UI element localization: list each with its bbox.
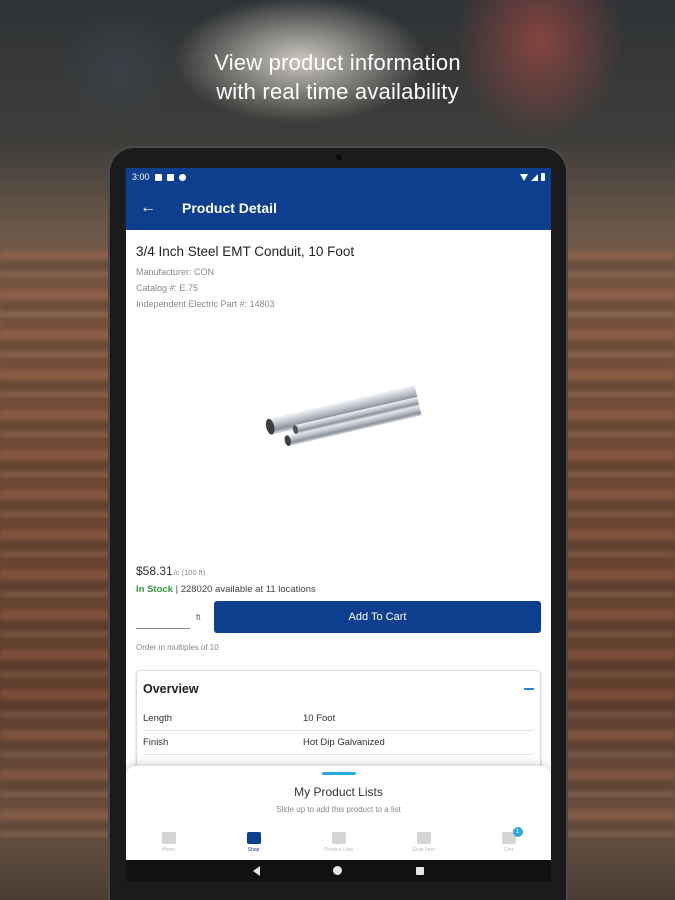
- spec-row: Finish Hot Dip Galvanized: [143, 731, 534, 755]
- price-unit: /c (100 ft): [173, 568, 206, 577]
- status-time: 3:00: [132, 172, 150, 182]
- front-camera: [336, 154, 342, 160]
- wifi-icon: [520, 173, 528, 181]
- nav-label: Cart: [503, 846, 514, 853]
- app-bar: ← Product Detail: [126, 186, 551, 230]
- sync-icon: [178, 173, 186, 181]
- product-meta: Manufacturer: CON Catalog #: E.75 Indepe…: [136, 264, 541, 312]
- spec-key: Length: [143, 713, 173, 724]
- part-number: Independent Electric Part #: 14803: [136, 299, 275, 309]
- home-icon: [161, 831, 176, 844]
- system-back-icon[interactable]: [252, 865, 260, 876]
- nav-label: Product Lists: [324, 846, 353, 853]
- tag-icon: [246, 831, 261, 844]
- battery-icon: [541, 173, 545, 181]
- spec-value: Hot Dip Galvanized: [303, 737, 385, 748]
- overview-title: Overview: [143, 682, 199, 696]
- product-title: 3/4 Inch Steel EMT Conduit, 10 Foot: [136, 244, 355, 259]
- nav-label: Shop: [247, 846, 260, 853]
- stock-status: In Stock: [136, 584, 173, 595]
- nav-home[interactable]: Home: [126, 824, 211, 860]
- nav-cart[interactable]: 1 Cart: [466, 824, 551, 860]
- system-recents-icon[interactable]: [416, 866, 425, 875]
- spec-key: Finish: [143, 737, 169, 748]
- promo-line-1: View product information: [214, 50, 461, 75]
- sheet-title: My Product Lists: [294, 785, 383, 799]
- availability-text: | 228020 available at 11 locations: [175, 584, 316, 595]
- signal-icon: [531, 173, 538, 181]
- quantity-unit: ft: [196, 612, 201, 622]
- nav-label: Home: [161, 846, 176, 853]
- sheet-subtitle: Slide up to add this product to a list: [276, 805, 401, 814]
- overview-card: Overview Length 10 Foot Finish Hot Dip G…: [136, 670, 541, 780]
- sim-icon: [166, 173, 174, 181]
- arrow-left-icon[interactable]: ←: [140, 199, 166, 217]
- order-multiples-note: Order in multiples of 10: [136, 643, 219, 652]
- tablet-device: 3:00 ← Product Detail 3/4 Inch Steel EMT…: [108, 146, 568, 900]
- manufacturer-label: Manufacturer: CON: [136, 267, 215, 277]
- nav-label: Scan Item: [412, 846, 435, 853]
- list-icon: [331, 831, 346, 844]
- system-navigation-bar: [126, 860, 551, 881]
- collapse-icon[interactable]: [524, 688, 534, 690]
- promo-headline: View product information with real time …: [0, 48, 675, 106]
- sheet-drag-handle[interactable]: [321, 772, 356, 775]
- add-to-cart-button[interactable]: Add To Cart: [214, 601, 541, 633]
- product-image[interactable]: [136, 318, 541, 518]
- status-bar: 3:00: [126, 168, 551, 186]
- conduit-pipes-image: [265, 385, 422, 447]
- price-row: $58.31/c (100 ft): [136, 564, 541, 578]
- notification-icon: [154, 173, 162, 181]
- stock-row: In Stock | 228020 available at 11 locati…: [136, 584, 541, 595]
- nav-scan-item[interactable]: Scan Item: [381, 824, 466, 860]
- quantity-input[interactable]: [136, 605, 190, 629]
- spec-row: Length 10 Foot: [143, 707, 534, 731]
- system-home-icon[interactable]: [333, 866, 343, 875]
- page-title: Product Detail: [182, 200, 277, 216]
- scan-icon: [416, 831, 431, 844]
- nav-shop[interactable]: Shop: [211, 824, 296, 860]
- app-screen: 3:00 ← Product Detail 3/4 Inch Steel EMT…: [126, 168, 551, 881]
- cart-badge: 1: [512, 827, 523, 837]
- bottom-navigation: Home Shop Product Lists Scan Item 1 Cart: [126, 824, 551, 860]
- product-detail-content: 3/4 Inch Steel EMT Conduit, 10 Foot Manu…: [126, 244, 551, 780]
- price-value: $58.31: [136, 564, 173, 578]
- overview-header[interactable]: Overview: [143, 671, 534, 707]
- add-to-cart-row: ft Add To Cart: [136, 601, 541, 633]
- nav-product-lists[interactable]: Product Lists: [296, 824, 381, 860]
- catalog-number: Catalog #: E.75: [136, 283, 199, 293]
- promo-line-2: with real time availability: [216, 79, 459, 104]
- spec-value: 10 Foot: [303, 713, 336, 724]
